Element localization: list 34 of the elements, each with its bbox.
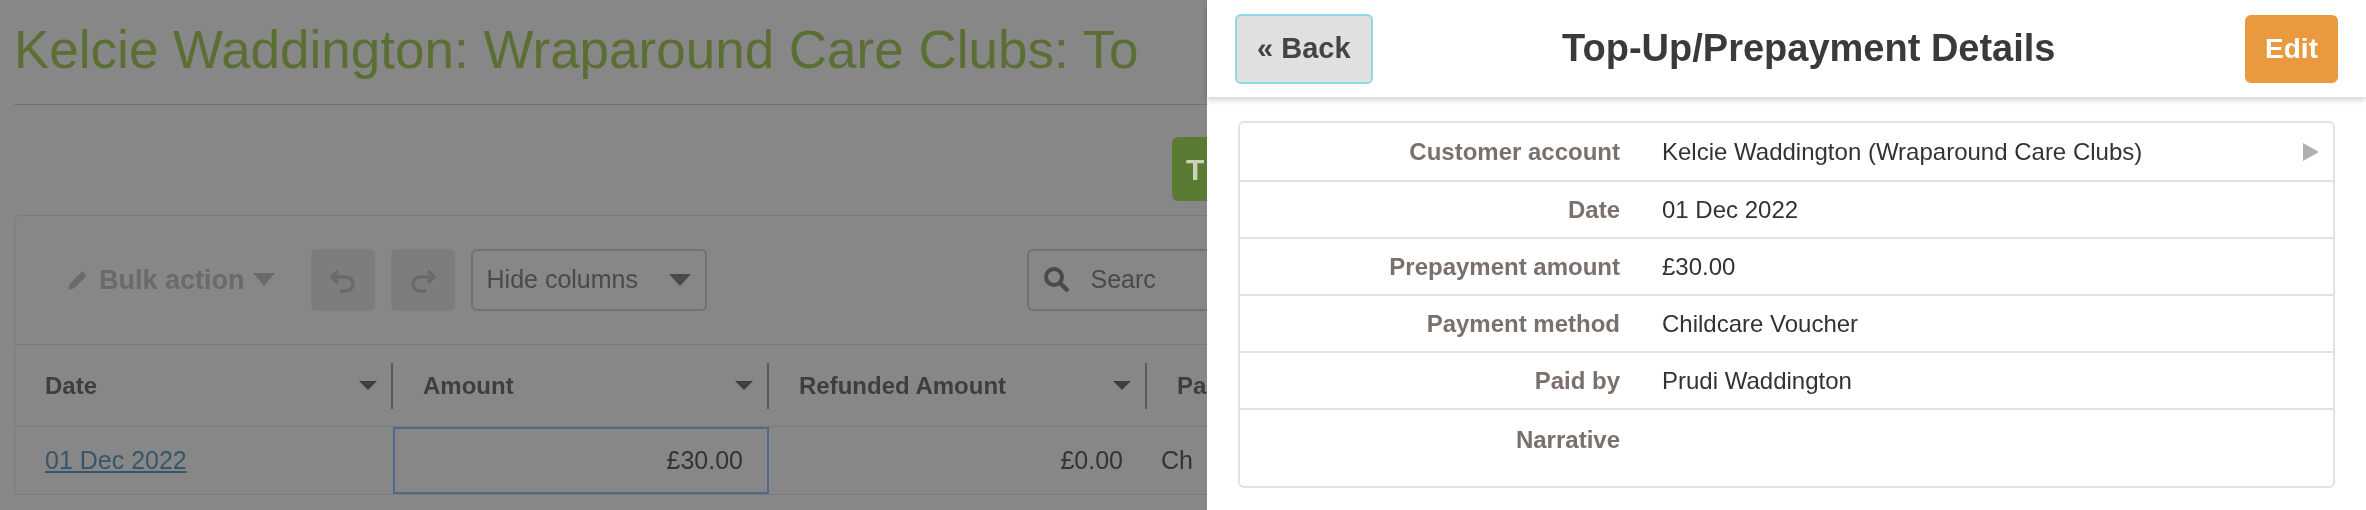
undo-button[interactable] bbox=[310, 249, 375, 311]
table-cell-text: £0.00 bbox=[1059, 444, 1124, 476]
field-label: Customer account bbox=[1408, 136, 1620, 167]
back-button[interactable]: « Back bbox=[1235, 13, 1373, 84]
caret-icon bbox=[252, 273, 275, 287]
search-icon bbox=[1042, 266, 1071, 294]
field-value: Childcare Voucher bbox=[1662, 308, 1860, 339]
column-header[interactable]: Date bbox=[15, 362, 393, 409]
caret-icon bbox=[735, 380, 753, 391]
field-label: Date bbox=[1566, 194, 1620, 225]
table-cell: £30.00 bbox=[393, 427, 769, 494]
field-value[interactable]: Kelcie Waddington (Wraparound Care Clubs) bbox=[1662, 133, 2303, 170]
date-link[interactable]: 01 Dec 2022 bbox=[15, 427, 393, 494]
caret-icon bbox=[668, 273, 691, 287]
edit-button[interactable]: Edit bbox=[2245, 14, 2338, 83]
field-label: Paid by bbox=[1533, 365, 1620, 396]
field-value: Prudi Waddington bbox=[1662, 365, 1853, 396]
play-icon bbox=[2303, 142, 2319, 161]
field-value: 01 Dec 2022 bbox=[1662, 194, 1800, 225]
panel-title: Top-Up/Prepayment Details bbox=[1562, 26, 2056, 71]
page-title: Kelcie Waddington: Wraparound Care Clubs: To bbox=[14, 19, 1140, 81]
field-value: £30.00 bbox=[1662, 251, 1737, 282]
field-label: Prepayment amount bbox=[1388, 251, 1620, 282]
primary-button[interactable]: T bbox=[1172, 137, 1207, 201]
hide-columns-dropdown[interactable]: Hide columns bbox=[470, 249, 707, 311]
table-cell-text: Ch bbox=[1160, 444, 1194, 476]
column-header[interactable]: Amount bbox=[393, 362, 769, 409]
field-label: Payment method bbox=[1425, 308, 1620, 339]
caret-icon bbox=[1113, 380, 1131, 391]
field-label: Narrative bbox=[1514, 425, 1620, 455]
column-header[interactable]: Refunded Amount bbox=[769, 362, 1147, 409]
column-header[interactable]: Pa bbox=[1147, 362, 1207, 409]
redo-button[interactable] bbox=[390, 249, 455, 311]
caret-icon bbox=[359, 380, 377, 391]
